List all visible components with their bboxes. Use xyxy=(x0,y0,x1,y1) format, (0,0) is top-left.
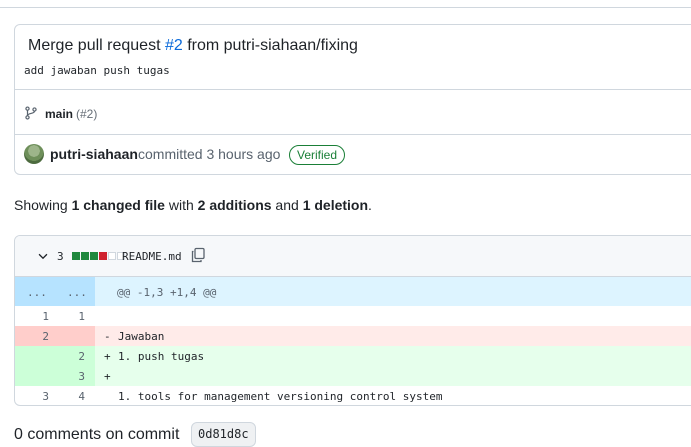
commit-title-prefix: Merge pull request xyxy=(28,37,165,54)
pr-link[interactable]: #2 xyxy=(165,37,183,54)
diff-line-addition: 2 + 1. push tugas xyxy=(15,346,691,366)
author-row: putri-siahaan committed 3 hours ago Veri… xyxy=(15,134,691,174)
new-line-number[interactable]: 2 xyxy=(71,350,85,363)
hunk-header-row: ... ... @@ -1,3 +1,4 @@ xyxy=(15,277,691,306)
summary-additions: 2 additions xyxy=(197,197,272,213)
diff-summary: Showing 1 changed file with 2 additions … xyxy=(14,197,372,213)
diff-sign: + xyxy=(104,370,111,383)
diffstat-bar xyxy=(72,252,125,260)
diff-code: Jawaban xyxy=(118,330,165,343)
diff-sign: - xyxy=(104,330,111,343)
file-header: 3 README.md xyxy=(15,236,691,277)
top-divider xyxy=(0,0,691,8)
summary-changed: 1 changed file xyxy=(71,197,165,213)
diff-code: 1. tools for management versioning contr… xyxy=(118,390,443,403)
commit-sha[interactable]: 0d81d8c xyxy=(191,422,256,447)
old-line-number[interactable]: 2 xyxy=(35,330,49,343)
author-link[interactable]: putri-siahaan xyxy=(50,146,138,162)
diffstat-neutral-block xyxy=(108,252,116,260)
diff-code: 1. push tugas xyxy=(118,350,205,363)
summary-deletions: 1 deletion xyxy=(302,197,369,213)
summary-mid: with xyxy=(164,197,198,213)
chevron-down-icon[interactable] xyxy=(36,249,50,263)
hunk-expand-right[interactable]: ... xyxy=(67,286,87,299)
diffstat-add-block xyxy=(81,252,89,260)
file-diff: 3 README.md ... ... @@ -1,3 +1,4 @@ 1 1 … xyxy=(14,235,691,406)
comments-heading: 0 comments on commit xyxy=(14,426,180,443)
old-line-number[interactable]: 3 xyxy=(35,390,49,403)
diff-line-context: 3 4 1. tools for management versioning c… xyxy=(15,386,691,405)
diff-line-context: 1 1 xyxy=(15,306,691,326)
commit-title-suffix: from putri-siahaan/fixing xyxy=(182,37,358,54)
branch-row: main (#2) xyxy=(15,89,691,134)
new-line-number[interactable]: 4 xyxy=(71,390,85,403)
diff-sign: + xyxy=(104,350,111,363)
avatar[interactable] xyxy=(24,144,44,164)
deletion-gutter xyxy=(15,326,95,346)
hunk-expand[interactable]: ... ... xyxy=(15,277,95,306)
new-line-number[interactable]: 3 xyxy=(71,370,85,383)
new-line-number[interactable]: 1 xyxy=(71,310,85,323)
branch-pr-link[interactable]: (#2) xyxy=(76,107,97,121)
diff-change-count: 3 xyxy=(57,250,64,263)
file-name-link[interactable]: README.md xyxy=(122,250,182,263)
commit-header-box: Merge pull request #2 from putri-siahaan… xyxy=(14,24,691,175)
summary-and: and xyxy=(271,197,303,213)
diff-line-deletion: 2 - Jawaban xyxy=(15,326,691,346)
diffstat-del-block xyxy=(99,252,107,260)
old-line-number[interactable]: 1 xyxy=(35,310,49,323)
diff-line-addition: 3 + xyxy=(15,366,691,386)
hunk-header: @@ -1,3 +1,4 @@ xyxy=(117,286,217,299)
branch-link[interactable]: main xyxy=(45,107,73,121)
diffstat-add-block xyxy=(90,252,98,260)
verified-badge[interactable]: Verified xyxy=(289,145,346,165)
commit-title: Merge pull request #2 from putri-siahaan… xyxy=(28,37,358,55)
git-branch-icon xyxy=(25,106,37,120)
commit-time: committed 3 hours ago xyxy=(138,146,281,162)
commit-description: add jawaban push tugas xyxy=(24,64,170,77)
summary-prefix: Showing xyxy=(14,197,72,213)
summary-suffix: . xyxy=(368,197,372,213)
copy-icon[interactable] xyxy=(190,247,206,263)
diffstat-add-block xyxy=(72,252,80,260)
hunk-expand-left[interactable]: ... xyxy=(27,286,47,299)
